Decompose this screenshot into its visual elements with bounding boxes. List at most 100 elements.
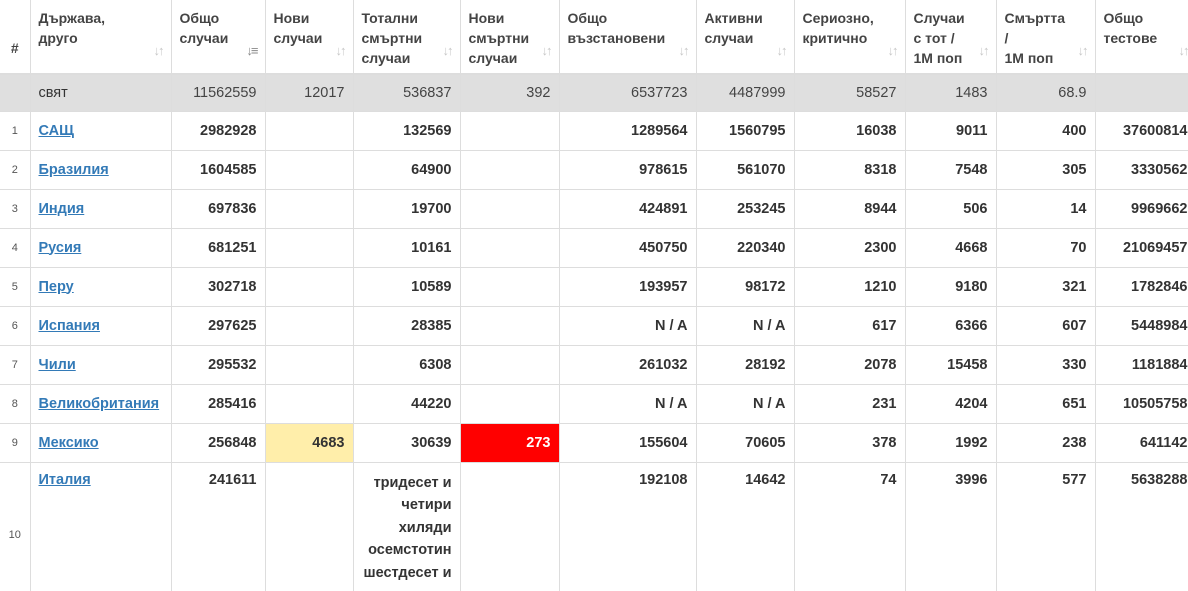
sort-arrows-icon[interactable]: ↓↑ [443, 41, 454, 61]
sort-arrows-icon[interactable]: ↓↑ [542, 41, 553, 61]
cell-new-cases [265, 384, 354, 424]
country-link[interactable]: Италия [39, 472, 91, 488]
column-header-label: Сериозно, критично [802, 10, 874, 46]
sort-arrows-icon[interactable]: ↓↑ [336, 41, 347, 61]
cell-new-deaths [460, 267, 560, 307]
cell-cases-1m: 4668 [905, 228, 997, 268]
cell-new-cases: 12017 [265, 74, 354, 112]
cell-tests [1095, 74, 1188, 112]
wrapped-text: тридесет и четири хиляди осемстотин шест… [363, 474, 452, 591]
cell-new-deaths [460, 150, 560, 190]
cell-tests: 5448984 [1095, 306, 1188, 346]
cell-total-deaths: 64900 [353, 150, 461, 190]
cell-total-cases: 241611 [171, 462, 266, 591]
column-header-label: Случаи с тот /1M поп [913, 10, 965, 66]
column-header-deaths-1m[interactable]: Смъртта/1M поп ↓↑ [996, 0, 1096, 75]
cell-critical: 58527 [794, 74, 906, 112]
table-row: 10 Италия 241611 тридесет и четири хиляди о… [0, 462, 1188, 591]
column-header-new-cases[interactable]: Нови случаи ↓↑ [265, 0, 354, 75]
column-header-tests[interactable]: Общо тестове ↓↑ [1095, 0, 1188, 75]
table-row: 1 САЩ 2982928 132569 1289564 1560795 16038 9011… [0, 111, 1188, 151]
cell-tests: 21069457 [1095, 228, 1188, 268]
cell-critical: 1210 [794, 267, 906, 307]
cell-deaths-1m: 68.9 [996, 74, 1096, 112]
cell-new-deaths: 273 [460, 423, 560, 463]
column-header-country[interactable]: Държава, друго ↓↑ [30, 0, 172, 75]
sort-arrows-icon[interactable]: ↓↑ [1078, 41, 1089, 61]
country-link[interactable]: Испания [39, 318, 100, 334]
column-header-critical[interactable]: Сериозно, критично ↓↑ [794, 0, 906, 75]
column-header-total-cases[interactable]: Общо случаи ↓≡ [171, 0, 266, 75]
cell-cases-1m: 6366 [905, 306, 997, 346]
table-row: 9 Мексико 256848 4683 30639 273 155604 70605 378… [0, 423, 1188, 463]
cell-total-cases: 681251 [171, 228, 266, 268]
country-link[interactable]: Перу [39, 279, 74, 295]
cell-new-cases [265, 189, 354, 229]
country-link[interactable]: САЩ [39, 123, 74, 139]
cell-tests: 10505758 [1095, 384, 1188, 424]
cell-total-recovered: 155604 [559, 423, 697, 463]
row-number: 2 [0, 150, 31, 190]
cell-critical: 378 [794, 423, 906, 463]
cell-critical: 231 [794, 384, 906, 424]
column-header-active[interactable]: Активни случаи ↓↑ [696, 0, 795, 75]
cell-total-recovered: 450750 [559, 228, 697, 268]
row-number: 4 [0, 228, 31, 268]
column-header-label: Тотални смъртни случаи [361, 10, 423, 66]
cell-critical: 617 [794, 306, 906, 346]
country-cell: Индия [30, 189, 172, 229]
cell-tests: 9969662 [1095, 189, 1188, 229]
column-header-label: Общо възстановени [567, 10, 666, 46]
cell-cases-1m: 1992 [905, 423, 997, 463]
sort-arrows-icon[interactable]: ↓↑ [1179, 41, 1188, 61]
cell-critical: 16038 [794, 111, 906, 151]
cell-new-deaths [460, 228, 560, 268]
column-header-label: # [10, 39, 19, 56]
column-header-label: Активни случаи [704, 10, 763, 46]
row-number: 1 [0, 111, 31, 151]
cell-critical: 74 [794, 462, 906, 591]
cell-cases-1m: 9180 [905, 267, 997, 307]
cell-deaths-1m: 14 [996, 189, 1096, 229]
cell-tests: 37600814 [1095, 111, 1188, 151]
table-header-row: # Държава, друго ↓↑ Общо случаи ↓≡ Нови случаи ↓↑… [0, 0, 1188, 75]
cell-new-cases [265, 228, 354, 268]
cell-total-deaths: 44220 [353, 384, 461, 424]
country-name: свят [30, 74, 172, 112]
sort-arrows-icon[interactable]: ↓↑ [888, 41, 899, 61]
country-link[interactable]: Мексико [39, 435, 99, 451]
cell-active: 28192 [696, 345, 795, 385]
cell-total-deaths: 536837 [353, 74, 461, 112]
cell-critical: 2078 [794, 345, 906, 385]
country-cell: Перу [30, 267, 172, 307]
country-link[interactable]: Бразилия [39, 162, 109, 178]
sort-descending-icon[interactable]: ↓≡ [246, 41, 258, 61]
column-header-total-recovered[interactable]: Общо възстановени ↓↑ [559, 0, 697, 75]
cell-new-cases [265, 111, 354, 151]
row-number: 7 [0, 345, 31, 385]
country-link[interactable]: Чили [39, 357, 76, 373]
column-header-label: Нови смъртни случаи [468, 10, 530, 66]
cell-deaths-1m: 238 [996, 423, 1096, 463]
cell-cases-1m: 1483 [905, 74, 997, 112]
cell-deaths-1m: 577 [996, 462, 1096, 591]
country-cell: Италия [30, 462, 172, 591]
sort-arrows-icon[interactable]: ↓↑ [679, 41, 690, 61]
cell-active: 70605 [696, 423, 795, 463]
row-number [0, 74, 31, 112]
country-link[interactable]: Великобритания [39, 396, 160, 412]
cell-cases-1m: 9011 [905, 111, 997, 151]
country-link[interactable]: Русия [39, 240, 82, 256]
country-cell: Великобритания [30, 384, 172, 424]
column-header-cases-1m[interactable]: Случаи с тот /1M поп ↓↑ [905, 0, 997, 75]
country-link[interactable]: Индия [39, 201, 85, 217]
sort-arrows-icon[interactable]: ↓↑ [154, 41, 165, 61]
cell-tests: 1782846 [1095, 267, 1188, 307]
country-cell: Русия [30, 228, 172, 268]
cell-deaths-1m: 330 [996, 345, 1096, 385]
cell-total-recovered: 193957 [559, 267, 697, 307]
sort-arrows-icon[interactable]: ↓↑ [979, 41, 990, 61]
column-header-new-deaths[interactable]: Нови смъртни случаи ↓↑ [460, 0, 560, 75]
column-header-total-deaths[interactable]: Тотални смъртни случаи ↓↑ [353, 0, 461, 75]
sort-arrows-icon[interactable]: ↓↑ [777, 41, 788, 61]
